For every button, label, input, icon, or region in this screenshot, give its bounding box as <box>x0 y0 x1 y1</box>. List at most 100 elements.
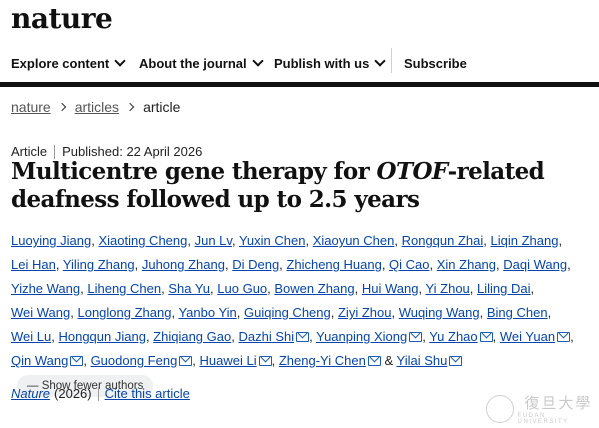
author-item: Yilai Shu <box>397 353 463 368</box>
author-item: Wuqing Wang <box>399 305 480 320</box>
author-item: Luo Guo <box>217 281 267 296</box>
nav-explore-content[interactable]: Explore content <box>11 45 126 81</box>
email-icon[interactable] <box>70 355 84 366</box>
citation-year: (2026) <box>54 386 92 401</box>
author-link[interactable]: Yilai Shu <box>397 353 448 368</box>
email-icon[interactable] <box>296 331 310 342</box>
author-link[interactable]: Juhong Zhang <box>142 257 225 272</box>
author-link[interactable]: Yanbo Yin <box>178 305 236 320</box>
author-link[interactable]: Bowen Zhang <box>274 281 354 296</box>
university-seal-icon <box>486 394 514 423</box>
author-link[interactable]: Wei Lu <box>11 329 51 344</box>
author-item: Liqin Zhang <box>491 233 559 248</box>
meta-divider <box>54 144 56 159</box>
author-item: Bowen Zhang <box>274 281 354 296</box>
author-link[interactable]: Qin Wang <box>11 353 68 368</box>
email-icon[interactable] <box>409 331 423 342</box>
author-link[interactable]: Qi Cao <box>389 257 429 272</box>
author-item: Yu Zhao <box>429 329 493 344</box>
author-link[interactable]: Xiaoyun Chen <box>313 233 395 248</box>
author-link[interactable]: Zhiqiang Gao <box>153 329 231 344</box>
journal-name-link[interactable]: Nature <box>11 386 50 401</box>
email-icon[interactable] <box>449 355 463 366</box>
author-link[interactable]: Zhicheng Huang <box>286 257 381 272</box>
author-link[interactable]: Yizhe Wang <box>11 281 80 296</box>
breadcrumb-articles[interactable]: articles <box>75 99 119 115</box>
author-link[interactable]: Jun Lv <box>195 233 232 248</box>
author-link[interactable]: Guiqing Cheng <box>244 305 331 320</box>
author-link[interactable]: Guodong Feng <box>91 353 178 368</box>
citation-divider <box>97 386 99 401</box>
nav-publish-with-us-label: Publish with us <box>274 55 370 71</box>
author-link[interactable]: Wuqing Wang <box>399 305 480 320</box>
chevron-right-icon <box>57 102 66 112</box>
author-item: Sha Yu <box>168 281 210 296</box>
nature-logo[interactable]: nature <box>11 2 113 35</box>
article-type: Article <box>11 144 48 159</box>
cite-article-link[interactable]: Cite this article <box>105 386 190 401</box>
author-link[interactable]: Zheng-Yi Chen <box>279 353 366 368</box>
watermark-en: FUDAN UNIVERSITY <box>517 413 569 425</box>
nav-about-journal[interactable]: About the journal <box>139 45 264 81</box>
email-icon[interactable] <box>179 355 193 366</box>
author-link[interactable]: Wei Yuan <box>500 329 555 344</box>
author-link[interactable]: Longlong Zhang <box>77 305 171 320</box>
title-gene: OTOF <box>376 158 449 185</box>
published-date: Published: 22 April 2026 <box>62 144 203 159</box>
author-link[interactable]: Yu Zhao <box>429 329 477 344</box>
author-link[interactable]: Di Deng <box>232 257 279 272</box>
author-link[interactable]: Sha Yu <box>168 281 210 296</box>
author-link[interactable]: Wei Wang <box>11 305 70 320</box>
author-item: Yi Zhou <box>425 281 469 296</box>
author-link[interactable]: Huawei Li <box>200 353 257 368</box>
author-link[interactable]: Luo Guo <box>217 281 267 296</box>
email-icon[interactable] <box>557 331 571 342</box>
author-item: Guodong Feng <box>91 353 193 368</box>
author-item: Qin Wang <box>11 353 84 368</box>
author-item: Zheng-Yi Chen <box>279 353 381 368</box>
breadcrumb: nature articles article <box>11 99 180 115</box>
author-link[interactable]: Luoying Jiang <box>11 233 91 248</box>
author-link[interactable]: Yiling Zhang <box>63 257 135 272</box>
main-nav: Explore content About the journal Publis… <box>0 45 599 81</box>
author-item: Guiqing Cheng <box>244 305 331 320</box>
author-link[interactable]: Liling Dai <box>477 281 530 296</box>
watermark-cn: 復旦大學 <box>524 394 593 412</box>
author-item: Lei Han <box>11 257 56 272</box>
author-item: Dazhi Shi <box>238 329 310 344</box>
email-icon[interactable] <box>479 331 493 342</box>
author-link[interactable]: Liqin Zhang <box>491 233 559 248</box>
author-link[interactable]: Yi Zhou <box>425 281 469 296</box>
author-link[interactable]: Bing Chen <box>487 305 548 320</box>
author-link[interactable]: Daqi Wang <box>503 257 567 272</box>
author-item: Xin Zhang <box>437 257 496 272</box>
author-link[interactable]: Hongqun Jiang <box>58 329 145 344</box>
author-link[interactable]: Yuanping Xiong <box>316 329 407 344</box>
header-bar <box>0 82 599 87</box>
author-item: Liheng Chen <box>87 281 161 296</box>
author-item: Bing Chen <box>487 305 548 320</box>
author-list: Luoying Jiang, Xiaoting Cheng, Jun Lv, Y… <box>11 229 593 397</box>
author-link[interactable]: Liheng Chen <box>87 281 161 296</box>
author-item: Hui Wang <box>362 281 419 296</box>
author-link[interactable]: Yuxin Chen <box>239 233 306 248</box>
email-icon[interactable] <box>258 355 272 366</box>
author-item: Qi Cao <box>389 257 429 272</box>
author-link[interactable]: Xin Zhang <box>437 257 496 272</box>
author-link[interactable]: Xiaoting Cheng <box>98 233 187 248</box>
author-link[interactable]: Ziyi Zhou <box>338 305 391 320</box>
nav-about-journal-label: About the journal <box>139 55 247 71</box>
subscribe-link[interactable]: Subscribe <box>404 45 467 81</box>
author-link[interactable]: Hui Wang <box>362 281 419 296</box>
author-link[interactable]: Lei Han <box>11 257 56 272</box>
author-item: Yuxin Chen <box>239 233 306 248</box>
author-item: Yiling Zhang <box>63 257 135 272</box>
nav-explore-content-label: Explore content <box>11 55 110 71</box>
author-link[interactable]: Rongqun Zhai <box>402 233 484 248</box>
nav-publish-with-us[interactable]: Publish with us <box>274 45 387 81</box>
email-icon[interactable] <box>367 355 381 366</box>
author-ampersand: & <box>384 353 394 368</box>
author-link[interactable]: Dazhi Shi <box>238 329 294 344</box>
author-item: Yizhe Wang <box>11 281 80 296</box>
breadcrumb-nature[interactable]: nature <box>11 99 51 115</box>
